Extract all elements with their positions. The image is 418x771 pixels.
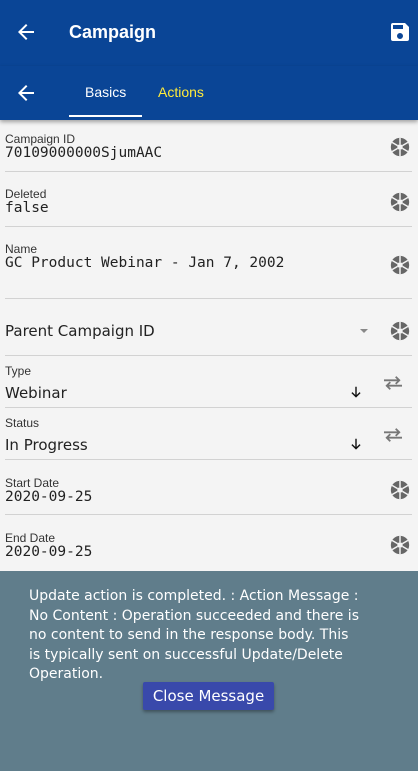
divider [5,226,412,227]
arrow-left-icon[interactable] [14,81,38,105]
message-panel: Update action is completed. : Action Mes… [0,571,418,771]
aperture-icon[interactable] [389,479,411,501]
start-date-label: Start Date [5,476,60,490]
message-line: is typically sent on successful Update/D… [29,646,343,663]
name-value: GC Product Webinar - Jan 7, 2002 [5,255,285,271]
divider [5,514,412,515]
save-icon[interactable] [388,20,412,44]
tab-basics[interactable]: Basics [85,84,126,100]
end-date-field[interactable]: End Date 2020-09-25 [5,530,412,570]
arrow-down-icon[interactable] [349,385,363,399]
aperture-icon[interactable] [389,136,411,158]
message-line: Update action is completed. : Action Mes… [29,588,359,604]
action-message: Update action is completed. : Action Mes… [29,587,409,685]
message-line: No Content : Operation succeeded and the… [29,607,359,624]
divider [5,298,412,299]
swap-icon[interactable] [382,374,404,392]
aperture-icon[interactable] [389,254,411,276]
type-value: Webinar [5,384,67,402]
type-label: Type [5,364,32,378]
deleted-value: false [5,200,49,216]
parent-campaign-placeholder: Parent Campaign ID [5,322,155,340]
deleted-label: Deleted [5,187,47,201]
end-date-value: 2020-09-25 [5,544,93,560]
page-title: Campaign [69,22,157,42]
campaign-id-value: 70109000000SjumAAC [5,145,163,161]
divider [5,171,412,172]
tab-bar: Basics Actions [0,66,418,120]
message-line: no content to send in the response body.… [29,627,349,643]
tab-actions[interactable]: Actions [158,84,204,100]
arrow-left-icon[interactable] [14,20,38,44]
start-date-field[interactable]: Start Date 2020-09-25 [5,475,412,515]
name-label: Name [5,242,38,256]
name-field[interactable]: Name GC Product Webinar - Jan 7, 2002 [5,241,412,297]
parent-campaign-select[interactable]: Parent Campaign ID [5,310,412,354]
divider [5,355,412,356]
app-bar: Campaign [0,0,418,66]
swap-icon[interactable] [382,426,404,444]
status-value: In Progress [5,436,88,454]
aperture-icon[interactable] [389,534,411,556]
divider [5,407,412,408]
deleted-field[interactable]: Deleted false [5,186,412,226]
close-message-button[interactable]: Close Message [143,682,274,710]
aperture-icon[interactable] [389,320,411,342]
aperture-icon[interactable] [389,191,411,213]
end-date-label: End Date [5,531,56,545]
start-date-value: 2020-09-25 [5,489,93,505]
active-tab-indicator [69,115,142,117]
caret-down-icon[interactable] [360,329,368,333]
arrow-down-icon[interactable] [349,437,363,451]
divider [5,459,412,460]
campaign-id-field[interactable]: Campaign ID 70109000000SjumAAC [5,131,412,171]
campaign-id-label: Campaign ID [5,132,76,146]
status-label: Status [5,416,40,430]
